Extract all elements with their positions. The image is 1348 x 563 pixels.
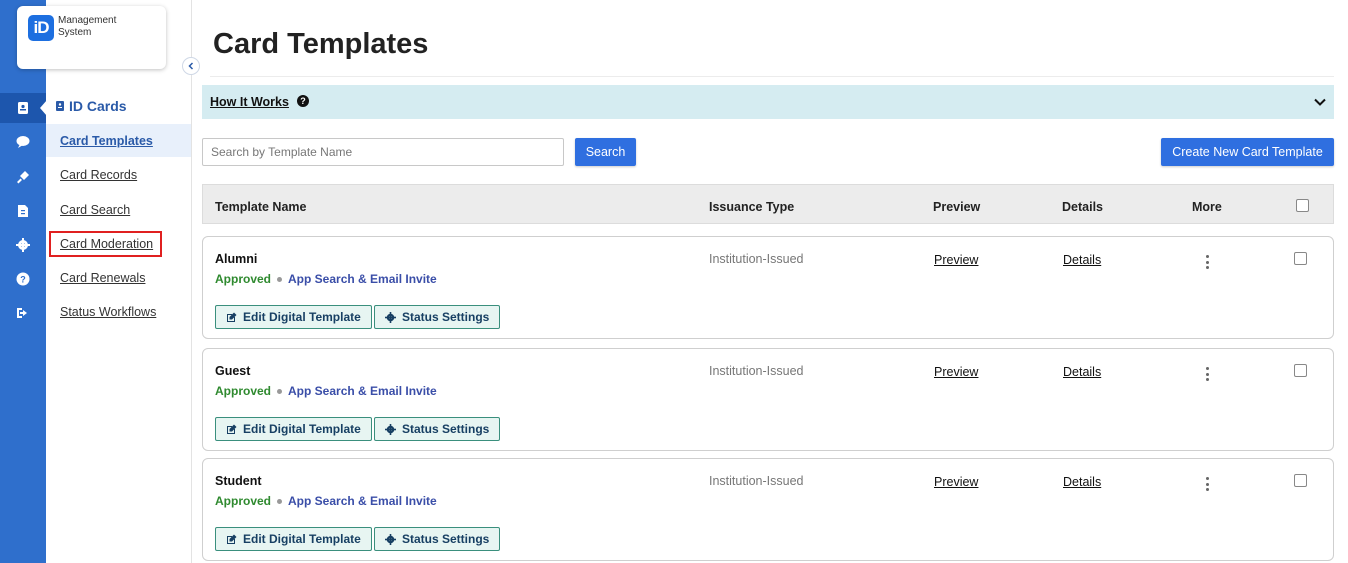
table-row: Guest Approved App Search & Email Invite… xyxy=(202,348,1334,451)
status-badge: Approved xyxy=(215,494,272,508)
gear-icon xyxy=(385,423,396,435)
plug-icon[interactable] xyxy=(0,162,46,192)
header-template-name[interactable]: Template Name xyxy=(215,200,306,214)
table-row: Student Approved App Search & Email Invi… xyxy=(202,458,1334,561)
header-details: Details xyxy=(1062,200,1103,214)
logout-icon[interactable] xyxy=(0,298,46,328)
more-options-icon[interactable] xyxy=(1205,477,1209,491)
edit-icon xyxy=(227,312,237,322)
issuance-type: Institution-Issued xyxy=(709,252,804,266)
status-settings-button[interactable]: Status Settings xyxy=(374,305,501,329)
gear-icon xyxy=(385,311,396,323)
nav-status-workflows[interactable]: Status Workflows xyxy=(60,305,156,319)
issuance-method: App Search & Email Invite xyxy=(288,272,437,286)
edit-digital-template-button[interactable]: Edit Digital Template xyxy=(215,527,372,551)
nav-card-renewals[interactable]: Card Renewals xyxy=(60,271,145,285)
edit-icon xyxy=(227,424,237,434)
row-checkbox[interactable] xyxy=(1294,474,1307,487)
chat-icon[interactable] xyxy=(0,127,46,157)
edit-digital-template-button[interactable]: Edit Digital Template xyxy=(215,305,372,329)
page-title: Card Templates xyxy=(213,28,429,60)
row-checkbox[interactable] xyxy=(1294,364,1307,377)
status-badge: Approved xyxy=(215,384,272,398)
status-settings-button[interactable]: Status Settings xyxy=(374,527,501,551)
create-template-button[interactable]: Create New Card Template xyxy=(1161,138,1334,166)
template-name: Student xyxy=(215,474,262,488)
help-icon: ? xyxy=(297,95,309,107)
id-card-icon xyxy=(56,101,64,111)
more-options-icon[interactable] xyxy=(1205,367,1209,381)
preview-link[interactable]: Preview xyxy=(934,475,978,489)
nav-card-search[interactable]: Card Search xyxy=(60,203,130,217)
nav-card-templates[interactable]: Card Templates xyxy=(60,134,153,148)
header-more: More xyxy=(1192,200,1222,214)
chevron-down-icon[interactable] xyxy=(1314,96,1326,108)
details-link[interactable]: Details xyxy=(1063,365,1101,379)
more-options-icon[interactable] xyxy=(1205,255,1209,269)
table-header: Template Name Issuance Type Preview Deta… xyxy=(202,184,1334,224)
header-issuance-type[interactable]: Issuance Type xyxy=(709,200,794,214)
template-name: Guest xyxy=(215,364,251,378)
section-title: ID Cards xyxy=(56,98,127,114)
issuance-method: App Search & Email Invite xyxy=(288,384,437,398)
select-all-checkbox[interactable] xyxy=(1296,199,1309,212)
separator-dot xyxy=(277,276,283,282)
how-it-works-link[interactable]: How It Works xyxy=(210,95,289,109)
row-checkbox[interactable] xyxy=(1294,252,1307,265)
divider xyxy=(210,76,1334,77)
preview-link[interactable]: Preview xyxy=(934,253,978,267)
issuance-method: App Search & Email Invite xyxy=(288,494,437,508)
search-input[interactable] xyxy=(202,138,564,166)
preview-link[interactable]: Preview xyxy=(934,365,978,379)
row-meta: Approved App Search & Email Invite xyxy=(215,272,437,286)
template-name: Alumni xyxy=(215,252,258,266)
issuance-type: Institution-Issued xyxy=(709,364,804,378)
issuance-type: Institution-Issued xyxy=(709,474,804,488)
separator-dot xyxy=(277,388,283,394)
edit-icon xyxy=(227,534,237,544)
edit-digital-template-button[interactable]: Edit Digital Template xyxy=(215,417,372,441)
search-button[interactable]: Search xyxy=(575,138,636,166)
table-row: Alumni Approved App Search & Email Invit… xyxy=(202,236,1334,339)
gear-icon[interactable] xyxy=(0,230,46,260)
details-link[interactable]: Details xyxy=(1063,475,1101,489)
collapse-sidebar-button[interactable] xyxy=(182,57,200,75)
gear-icon xyxy=(385,533,396,545)
help-icon[interactable]: ? xyxy=(0,264,46,294)
how-it-works-bar[interactable]: How It Works ? xyxy=(202,85,1334,119)
highlight-box xyxy=(49,231,162,257)
nav-card-records[interactable]: Card Records xyxy=(60,168,137,182)
header-preview: Preview xyxy=(933,200,981,214)
status-settings-button[interactable]: Status Settings xyxy=(374,417,501,441)
row-meta: Approved App Search & Email Invite xyxy=(215,384,437,398)
chevron-left-icon xyxy=(188,62,194,70)
document-icon[interactable] xyxy=(0,196,46,226)
svg-text:?: ? xyxy=(20,275,26,285)
status-badge: Approved xyxy=(215,272,272,286)
separator-dot xyxy=(277,498,283,504)
row-meta: Approved App Search & Email Invite xyxy=(215,494,437,508)
details-link[interactable]: Details xyxy=(1063,253,1101,267)
left-rail: ? xyxy=(0,0,46,563)
